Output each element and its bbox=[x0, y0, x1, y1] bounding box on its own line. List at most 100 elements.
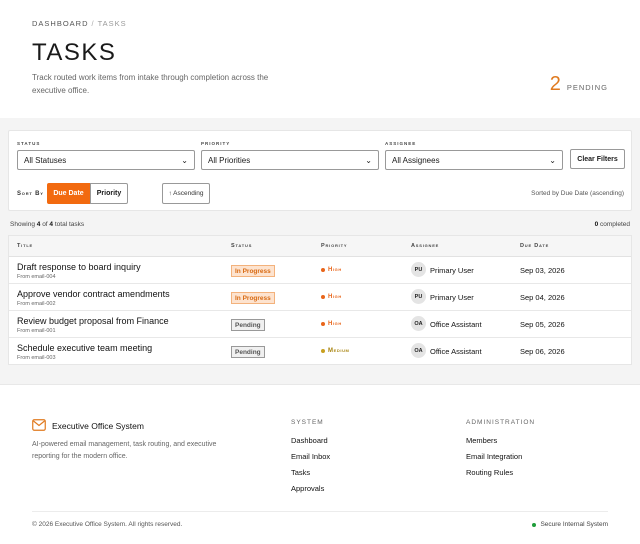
copyright: © 2026 Executive Office System. All righ… bbox=[32, 521, 183, 528]
priority-dot-icon bbox=[321, 349, 325, 353]
due-date: Sep 06, 2026 bbox=[520, 347, 565, 356]
footer-link-approvals[interactable]: Approvals bbox=[291, 483, 330, 499]
table-row[interactable]: Schedule executive team meeting From ema… bbox=[9, 338, 631, 365]
of-text: of bbox=[42, 221, 48, 228]
breadcrumb-dashboard[interactable]: DASHBOARD bbox=[32, 19, 89, 28]
footer-brand: Executive Office System bbox=[32, 419, 144, 433]
task-source: From email-002 bbox=[17, 301, 56, 307]
system-heading: SYSTEM bbox=[291, 419, 324, 426]
completed-count: 0 completed bbox=[595, 221, 630, 228]
page-subtitle: Track routed work items from intake thro… bbox=[32, 73, 269, 95]
footer-link-tasks[interactable]: Tasks bbox=[291, 467, 330, 483]
secure-indicator: Secure Internal System bbox=[532, 521, 608, 528]
table-row[interactable]: Approve vendor contract amendments From … bbox=[9, 284, 631, 311]
footer-link-email-inbox[interactable]: Email Inbox bbox=[291, 451, 330, 467]
priority-text: Medium bbox=[328, 348, 350, 354]
column-assignee[interactable]: Assignee bbox=[411, 243, 439, 249]
sorted-by-text: Sorted by Due Date (ascending) bbox=[531, 190, 624, 197]
tasks-table: Title Status Priority Assignee Due Date … bbox=[8, 235, 632, 365]
task-source: From email-004 bbox=[17, 274, 56, 280]
footer-link-members[interactable]: Members bbox=[466, 435, 535, 451]
breadcrumb-tasks: TASKS bbox=[97, 19, 127, 28]
due-date: Sep 03, 2026 bbox=[520, 266, 565, 275]
sort-direction-button[interactable]: ↑ Ascending bbox=[162, 183, 210, 204]
sort-priority-button[interactable]: Priority bbox=[90, 183, 128, 204]
column-due-date[interactable]: Due Date bbox=[520, 243, 549, 249]
footer-divider bbox=[32, 511, 608, 512]
sort-due-date-button[interactable]: Due Date bbox=[47, 183, 90, 204]
pending-label: PENDING bbox=[566, 83, 608, 92]
page-header: DASHBOARD / TASKS TASKS Track routed work … bbox=[0, 0, 640, 118]
priority-dot-icon bbox=[321, 268, 325, 272]
task-source: From email-003 bbox=[17, 355, 56, 361]
showing-count: Showing 4 of 4 total tasks bbox=[10, 221, 84, 228]
pending-count: 2 bbox=[549, 73, 561, 95]
avatar: PU bbox=[411, 262, 426, 277]
priority-indicator: High bbox=[321, 294, 342, 300]
assignee-name: Office Assistant bbox=[430, 320, 482, 329]
assignee-select-value: All Assignees bbox=[392, 155, 440, 165]
completed-number: 0 bbox=[594, 221, 599, 228]
assignee-name: Office Assistant bbox=[430, 347, 482, 356]
task-title[interactable]: Approve vendor contract amendments bbox=[17, 289, 170, 299]
clear-filters-button[interactable]: Clear Filters bbox=[570, 149, 625, 169]
total-count: 4 bbox=[49, 221, 54, 228]
shown-count: 4 bbox=[36, 221, 41, 228]
chevron-down-icon: ⌄ bbox=[365, 155, 372, 165]
assignee-filter: ASSIGNEE All Assignees ⌄ bbox=[385, 141, 563, 170]
footer-admin-column: ADMINISTRATION Members Email Integration… bbox=[466, 419, 535, 483]
page-footer: Executive Office System AI-powered email… bbox=[0, 384, 640, 544]
avatar: OA bbox=[411, 343, 426, 358]
status-dot-icon bbox=[532, 522, 537, 527]
admin-heading: ADMINISTRATION bbox=[466, 419, 536, 426]
priority-text: High bbox=[328, 294, 342, 300]
priority-indicator: High bbox=[321, 321, 342, 327]
due-date: Sep 05, 2026 bbox=[520, 320, 565, 329]
task-title[interactable]: Draft response to board inquiry bbox=[17, 262, 141, 272]
status-badge: Pending bbox=[231, 346, 265, 358]
status-filter-label: STATUS bbox=[17, 141, 41, 146]
brand-description: AI-powered email management, task routin… bbox=[32, 441, 217, 460]
priority-indicator: High bbox=[321, 267, 342, 273]
assignee-select[interactable]: All Assignees ⌄ bbox=[385, 150, 563, 170]
avatar: PU bbox=[411, 289, 426, 304]
brand-name: Executive Office System bbox=[52, 421, 144, 431]
status-select[interactable]: All Statuses ⌄ bbox=[17, 150, 195, 170]
footer-link-routing-rules[interactable]: Routing Rules bbox=[466, 467, 535, 483]
chevron-down-icon: ⌄ bbox=[549, 155, 556, 165]
column-priority[interactable]: Priority bbox=[321, 243, 347, 249]
column-status[interactable]: Status bbox=[231, 243, 252, 249]
table-row[interactable]: Draft response to board inquiry From ema… bbox=[9, 257, 631, 284]
priority-filter-label: PRIORITY bbox=[201, 141, 231, 146]
page-title: TASKS bbox=[32, 39, 117, 66]
status-badge: Pending bbox=[231, 319, 265, 331]
task-source: From email-001 bbox=[17, 328, 56, 334]
priority-dot-icon bbox=[321, 295, 325, 299]
column-title[interactable]: Title bbox=[17, 243, 33, 249]
task-title[interactable]: Schedule executive team meeting bbox=[17, 343, 152, 353]
filter-panel: STATUS All Statuses ⌄ PRIORITY All Prior… bbox=[8, 130, 632, 211]
due-date: Sep 04, 2026 bbox=[520, 293, 565, 302]
sort-by-label: Sort By bbox=[17, 191, 44, 197]
mail-icon bbox=[32, 419, 46, 433]
pending-counter: 2 PENDING bbox=[550, 74, 608, 94]
completed-label: completed bbox=[600, 221, 630, 228]
showing-prefix: Showing bbox=[10, 221, 35, 228]
avatar: OA bbox=[411, 316, 426, 331]
priority-select[interactable]: All Priorities ⌄ bbox=[201, 150, 379, 170]
priority-text: High bbox=[328, 321, 342, 327]
priority-filter: PRIORITY All Priorities ⌄ bbox=[201, 141, 379, 170]
status-badge: In Progress bbox=[231, 265, 275, 277]
priority-text: High bbox=[328, 267, 342, 273]
chevron-down-icon: ⌄ bbox=[181, 155, 188, 165]
task-title[interactable]: Review budget proposal from Finance bbox=[17, 316, 169, 326]
footer-link-email-integration[interactable]: Email Integration bbox=[466, 451, 535, 467]
status-filter: STATUS All Statuses ⌄ bbox=[17, 141, 195, 170]
priority-select-value: All Priorities bbox=[208, 155, 251, 165]
footer-link-dashboard[interactable]: Dashboard bbox=[291, 435, 330, 451]
secure-label: Secure Internal System bbox=[540, 521, 608, 528]
assignee-name: Primary User bbox=[430, 293, 474, 302]
total-suffix: total tasks bbox=[54, 221, 85, 228]
table-row[interactable]: Review budget proposal from Finance From… bbox=[9, 311, 631, 338]
status-select-value: All Statuses bbox=[24, 155, 67, 165]
